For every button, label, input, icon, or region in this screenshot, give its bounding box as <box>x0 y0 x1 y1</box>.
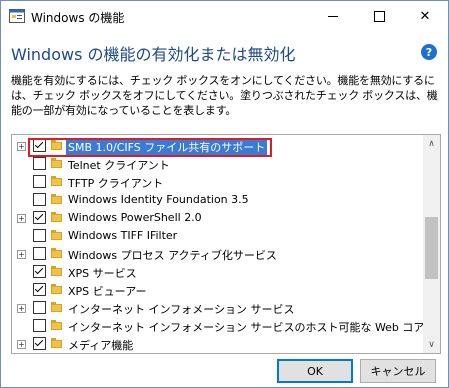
folder-icon <box>51 320 62 330</box>
feature-label: Windows Identity Foundation 3.5 <box>68 193 249 206</box>
expand-plus-icon[interactable]: + <box>17 142 26 151</box>
scroll-down-arrow-icon[interactable]: ∨ <box>423 336 440 353</box>
expand-plus-icon[interactable]: + <box>17 304 26 313</box>
folder-icon <box>51 212 62 222</box>
maximize-icon <box>373 10 385 22</box>
feature-row[interactable]: Windows Identity Foundation 3.5 <box>12 191 422 209</box>
feature-row[interactable]: + SMB 1.0/CIFS ファイル共有のサポート <box>12 137 422 157</box>
window-title: Windows の機能 <box>31 11 125 25</box>
feature-checkbox[interactable] <box>33 283 46 296</box>
feature-label: Telnet クライアント <box>68 159 170 172</box>
feature-label: TFTP クライアント <box>68 177 164 190</box>
scroll-up-arrow-icon[interactable]: ∧ <box>423 135 440 152</box>
dialog-window: Windows の機能 ✕ Windows の機能の有効化または無効化 ? 機能… <box>0 0 449 388</box>
feature-row[interactable]: インターネット インフォメーション サービスのホスト可能な Web コア <box>12 317 425 335</box>
folder-icon <box>51 266 62 276</box>
feature-checkbox[interactable] <box>33 229 46 242</box>
scrollbar-thumb[interactable] <box>425 217 438 279</box>
feature-row[interactable]: Windows TIFF IFilter <box>12 227 422 245</box>
feature-label: Windows プロセス アクティブ化サービス <box>68 249 277 262</box>
description-text: 機能を有効にするには、チェック ボックスをオンにしてください。機能を無効にするに… <box>11 74 438 117</box>
close-icon: ✕ <box>419 8 431 24</box>
minimize-button[interactable] <box>310 1 356 31</box>
title-bar[interactable]: Windows の機能 ✕ <box>1 1 448 32</box>
feature-label: メディア機能 <box>68 339 134 352</box>
feature-row[interactable]: TFTP クライアント <box>12 173 422 191</box>
folder-icon <box>51 158 62 168</box>
windows-features-app-icon <box>9 9 25 23</box>
feature-label: インターネット インフォメーション サービスのホスト可能な Web コア <box>68 321 425 334</box>
feature-checkbox[interactable] <box>33 301 46 314</box>
close-button[interactable]: ✕ <box>402 1 448 31</box>
expand-plus-icon[interactable]: + <box>17 214 26 223</box>
feature-checkbox[interactable] <box>33 337 46 350</box>
feature-label: Windows TIFF IFilter <box>68 229 178 242</box>
maximize-button[interactable] <box>356 1 402 31</box>
page-title: Windows の機能の有効化または無効化 <box>11 45 296 64</box>
feature-checkbox[interactable] <box>33 211 46 224</box>
folder-icon <box>51 176 62 186</box>
feature-row[interactable]: + メディア機能 <box>12 335 422 353</box>
feature-row[interactable]: Telnet クライアント <box>12 155 422 173</box>
folder-icon <box>51 194 62 204</box>
feature-label: Windows PowerShell 2.0 <box>68 211 202 224</box>
feature-row[interactable]: + Windows プロセス アクティブ化サービス <box>12 245 422 263</box>
ok-button[interactable]: OK <box>277 359 353 383</box>
feature-label: インターネット インフォメーション サービス <box>68 303 295 316</box>
minimize-icon <box>328 15 338 17</box>
feature-checkbox[interactable] <box>33 265 46 278</box>
expand-plus-icon[interactable]: + <box>17 250 26 259</box>
folder-icon <box>51 338 62 348</box>
feature-row[interactable]: XPS サービス <box>12 263 422 281</box>
folder-icon <box>51 302 62 312</box>
feature-checkbox[interactable] <box>33 193 46 206</box>
expand-plus-icon[interactable]: + <box>17 340 26 349</box>
feature-row[interactable]: + Windows PowerShell 2.0 <box>12 209 422 227</box>
feature-row[interactable]: + インターネット インフォメーション サービス <box>12 299 422 317</box>
feature-row[interactable]: XPS ビューアー <box>12 281 422 299</box>
feature-checkbox[interactable] <box>33 319 46 332</box>
feature-checkbox[interactable] <box>33 247 46 260</box>
features-tree[interactable]: + SMB 1.0/CIFS ファイル共有のサポート Telnet クライアント TF… <box>11 134 441 354</box>
folder-icon <box>51 284 62 294</box>
feature-label: XPS サービス <box>68 267 137 280</box>
feature-checkbox[interactable] <box>33 157 46 170</box>
folder-icon <box>51 230 62 240</box>
folder-icon <box>51 248 62 258</box>
feature-checkbox[interactable] <box>33 175 46 188</box>
cancel-button[interactable]: キャンセル <box>360 359 436 383</box>
vertical-scrollbar[interactable]: ∧ ∨ <box>423 135 440 353</box>
help-icon[interactable]: ? <box>421 44 437 60</box>
feature-label: XPS ビューアー <box>68 285 147 298</box>
